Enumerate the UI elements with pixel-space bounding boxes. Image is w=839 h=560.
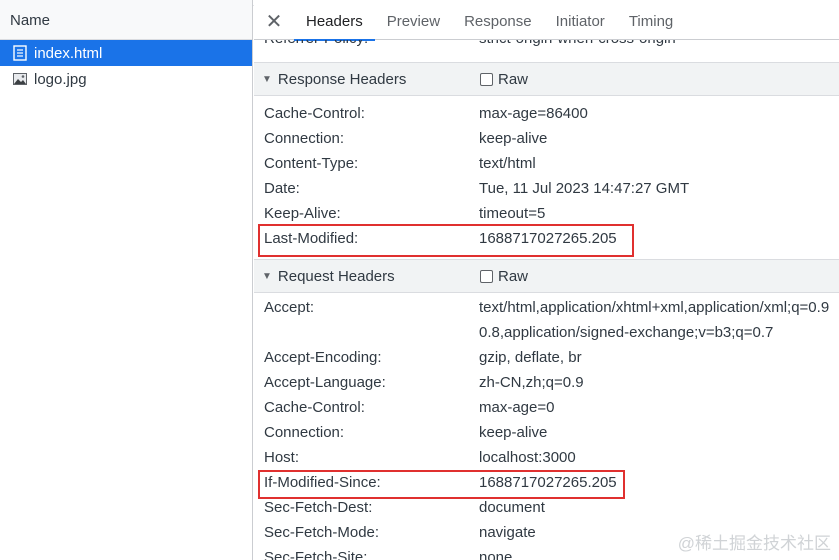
highlight-box-if-modified-since: [258, 470, 625, 499]
header-row: Keep-Alive: timeout=5: [254, 201, 839, 226]
checkbox[interactable]: [480, 269, 493, 283]
header-row: Date: Tue, 11 Jul 2023 14:47:27 GMT: [254, 176, 839, 201]
header-key: Connection:: [264, 130, 345, 147]
raw-toggle[interactable]: Raw: [480, 268, 528, 285]
details-tab-bar: ✕ Headers Preview Response Initiator Tim…: [254, 4, 839, 41]
request-headers-section-header[interactable]: ▼ Request Headers Raw: [254, 259, 839, 293]
request-row-logo-jpg[interactable]: logo.jpg: [0, 66, 252, 92]
header-value: keep-alive: [479, 424, 548, 441]
tab-timing[interactable]: Timing: [617, 4, 685, 40]
header-value: navigate: [479, 524, 536, 541]
highlight-box-last-modified: [258, 224, 634, 257]
raw-toggle[interactable]: Raw: [480, 71, 528, 88]
tab-preview[interactable]: Preview: [375, 4, 452, 40]
name-column-header[interactable]: Name: [0, 0, 252, 40]
header-key: Cache-Control:: [264, 105, 365, 122]
header-value: strict-origin-when-cross-origin: [479, 40, 676, 47]
header-row: Host: localhost:3000: [254, 445, 839, 470]
close-icon[interactable]: ✕: [254, 9, 294, 34]
header-row: Accept: text/html,application/xhtml+xml,a…: [254, 295, 839, 320]
expand-triangle-icon: ▼: [262, 270, 272, 282]
header-row: Connection: keep-alive: [254, 420, 839, 445]
document-icon: [12, 45, 28, 61]
header-key: Accept:: [264, 299, 315, 316]
header-row: Connection: keep-alive: [254, 126, 839, 151]
header-key: Date:: [264, 180, 300, 197]
header-value: document: [479, 499, 545, 516]
tab-initiator[interactable]: Initiator: [544, 4, 617, 40]
header-key: Sec-Fetch-Mode:: [264, 524, 380, 541]
header-value: localhost:3000: [479, 449, 576, 466]
header-value: text/html,application/xhtml+xml,applicat…: [479, 299, 830, 316]
header-value: max-age=86400: [479, 105, 588, 122]
raw-label: Raw: [498, 70, 529, 88]
partial-header-row: Referrer-Policy: strict-origin-when-cros…: [254, 40, 839, 62]
header-value: timeout=5: [479, 205, 546, 222]
raw-label: Raw: [498, 267, 529, 285]
watermark: @稀土掘金技术社区: [677, 534, 831, 553]
request-name: logo.jpg: [34, 70, 87, 88]
header-value: gzip, deflate, br: [479, 349, 582, 366]
header-key: Referrer-Policy:: [264, 40, 368, 47]
header-key: Cache-Control:: [264, 399, 365, 416]
request-list-panel: Name index.html logo.jpg: [0, 0, 253, 560]
header-row: Cache-Control: max-age=86400: [254, 101, 839, 126]
section-title: Response Headers: [277, 70, 407, 88]
response-headers-section-header[interactable]: ▼ Response Headers Raw: [254, 62, 839, 96]
header-row: Accept-Language: zh-CN,zh;q=0.9: [254, 370, 839, 395]
header-value: zh-CN,zh;q=0.9: [479, 374, 584, 391]
header-value: 0.8,application/signed-exchange;v=b3;q=0…: [479, 324, 774, 341]
header-row: Cache-Control: max-age=0: [254, 395, 839, 420]
request-name: index.html: [34, 44, 103, 62]
header-key: Sec-Fetch-Site:: [264, 549, 368, 560]
image-icon: [12, 71, 28, 87]
header-row: 0.8,application/signed-exchange;v=b3;q=0…: [254, 320, 839, 345]
tab-response[interactable]: Response: [452, 4, 544, 40]
header-key: Keep-Alive:: [264, 205, 341, 222]
header-row: Accept-Encoding: gzip, deflate, br: [254, 345, 839, 370]
header-value: keep-alive: [479, 130, 548, 147]
header-key: Accept-Language:: [264, 374, 386, 391]
expand-triangle-icon: ▼: [262, 73, 272, 85]
header-value: text/html: [479, 155, 536, 172]
request-row-index-html[interactable]: index.html: [0, 40, 252, 66]
header-key: Accept-Encoding:: [264, 349, 382, 366]
section-title: Request Headers: [277, 267, 395, 285]
tab-headers[interactable]: Headers: [294, 4, 375, 41]
header-key: Content-Type:: [264, 155, 359, 172]
header-key: Connection:: [264, 424, 345, 441]
header-row: Content-Type: text/html: [254, 151, 839, 176]
checkbox[interactable]: [480, 72, 493, 86]
header-value: none: [479, 549, 513, 560]
header-key: Sec-Fetch-Dest:: [264, 499, 373, 516]
header-value: max-age=0: [479, 399, 555, 416]
header-key: Host:: [264, 449, 300, 466]
header-value: Tue, 11 Jul 2023 14:47:27 GMT: [479, 180, 690, 197]
